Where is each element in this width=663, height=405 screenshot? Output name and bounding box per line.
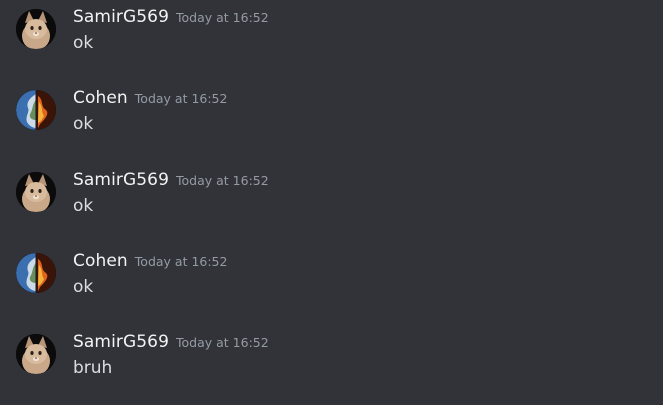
message-author[interactable]: Cohen: [73, 251, 128, 271]
message-content: ok: [73, 277, 94, 297]
message-content: bruh: [73, 358, 113, 378]
message-author[interactable]: SamirG569: [73, 170, 169, 190]
message-item[interactable]: SamirG569 Today at 16:52 ok: [0, 0, 663, 70]
cat-avatar-icon[interactable]: [16, 9, 56, 49]
message-author[interactable]: SamirG569: [73, 332, 169, 352]
earth-fire-avatar-icon[interactable]: [16, 253, 56, 293]
message-timestamp[interactable]: Today at 16:52: [176, 335, 269, 350]
message-item[interactable]: Cohen Today at 16:52 ok: [0, 244, 663, 314]
message-timestamp[interactable]: Today at 16:52: [135, 254, 228, 269]
cat-avatar-icon[interactable]: [16, 334, 56, 374]
message-timestamp[interactable]: Today at 16:52: [176, 10, 269, 25]
message-content: ok: [73, 196, 94, 216]
message-timestamp[interactable]: Today at 16:52: [135, 91, 228, 106]
message-list: SamirG569 Today at 16:52 ok Cohen Today at…: [0, 0, 663, 405]
message-item[interactable]: SamirG569 Today at 16:52 ok: [0, 163, 663, 233]
message-item[interactable]: SamirG569 Today at 16:52 bruh: [0, 325, 663, 395]
message-author[interactable]: Cohen: [73, 88, 128, 108]
cat-avatar-icon[interactable]: [16, 172, 56, 212]
message-item[interactable]: Cohen Today at 16:52 ok: [0, 81, 663, 151]
earth-fire-avatar-icon[interactable]: [16, 90, 56, 130]
message-author[interactable]: SamirG569: [73, 7, 169, 27]
message-content: ok: [73, 33, 94, 53]
message-timestamp[interactable]: Today at 16:52: [176, 173, 269, 188]
message-content: ok: [73, 114, 94, 134]
